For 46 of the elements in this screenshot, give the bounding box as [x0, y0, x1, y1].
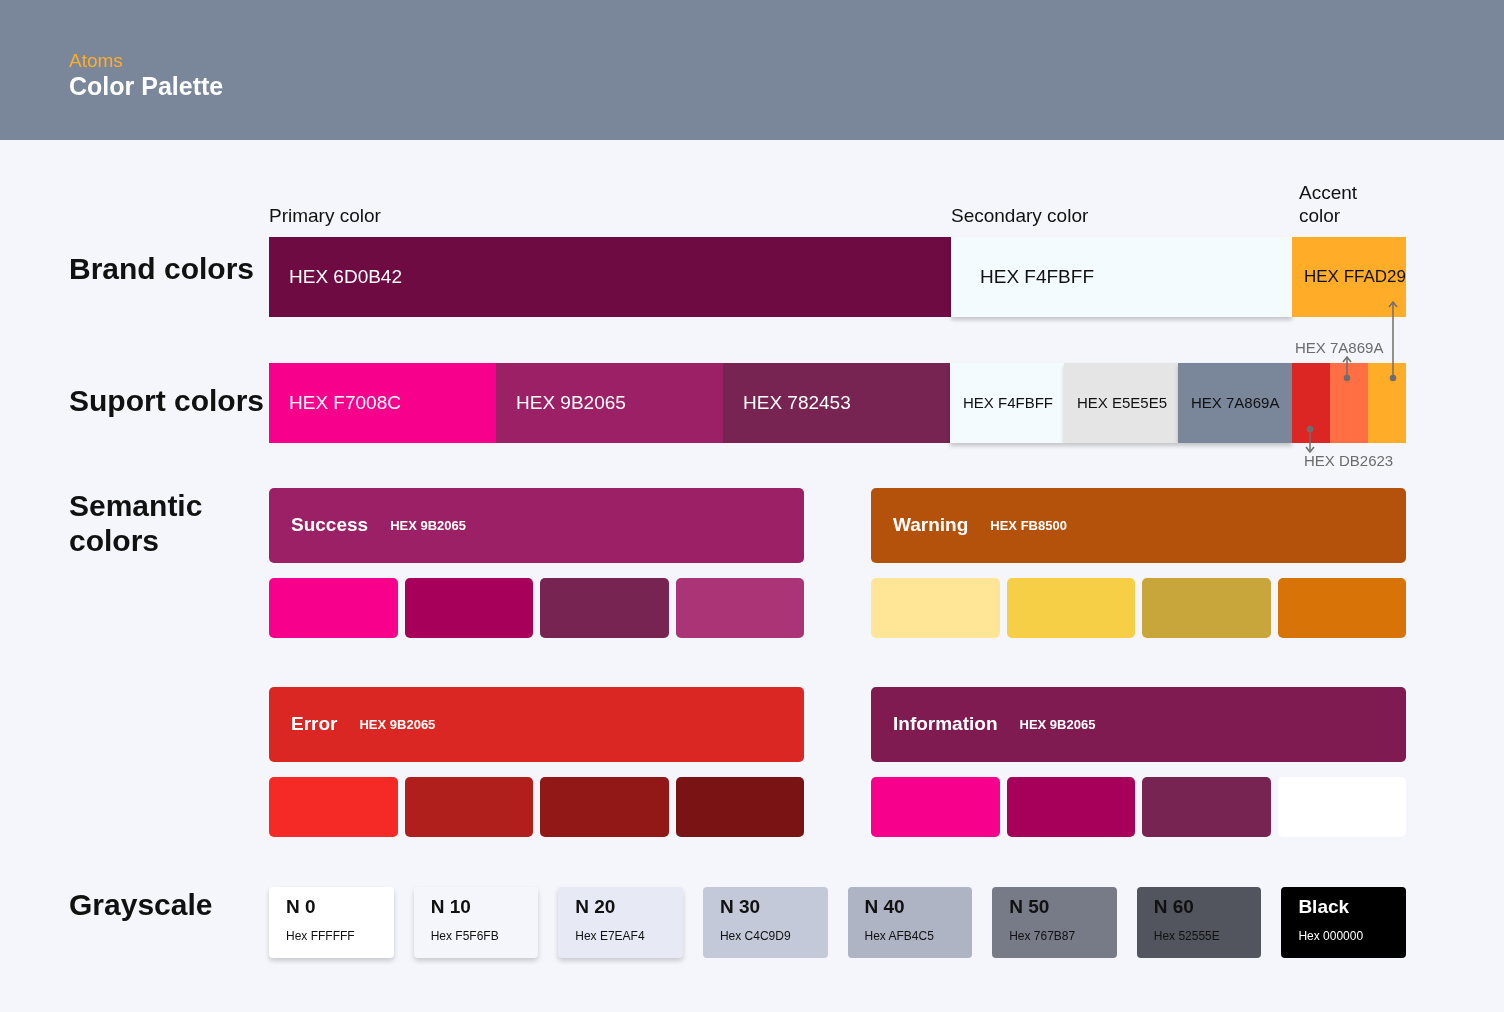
shade-name: N 20 [575, 895, 617, 919]
color-swatch: HEX 782453 [723, 363, 950, 443]
color-swatch: HEX F7008C [269, 363, 496, 443]
hex-code: Hex 52555E [1153, 928, 1221, 945]
color-swatch: HEX 9B2065 [496, 363, 723, 443]
pointer-arrow [1342, 355, 1352, 382]
section-heading: Semantic colors [69, 488, 204, 559]
color-group-label: Secondary color [951, 204, 1090, 227]
shade-name: N 40 [864, 895, 906, 919]
color-swatch: HEX 7A869A [1178, 363, 1292, 443]
hex-code: Hex C4C9D9 [719, 928, 792, 945]
hex-code: HEX 9B2065 [1019, 715, 1096, 734]
hex-code: Hex FFFFFF [286, 928, 356, 945]
section-heading: Grayscale [69, 887, 214, 923]
shade-name: Black [1298, 895, 1351, 919]
shade-name: N 10 [430, 895, 472, 919]
hex-code: Hex 000000 [1298, 928, 1365, 945]
section-heading: Brand colors [69, 251, 256, 287]
semantic-name: Success [291, 513, 369, 538]
color-swatch: HEX F4FBFF [951, 237, 1292, 317]
color-swatch: HEX F4FBFF [950, 363, 1064, 443]
color-swatch: HEX FFAD29 [1292, 237, 1406, 317]
hex-code: Hex E7EAF4 [575, 928, 646, 945]
hex-code: Hex 767B87 [1009, 928, 1077, 945]
hex-code: Hex F5F6FB [430, 928, 500, 945]
hex-code: Hex AFB4C5 [864, 928, 935, 945]
shade-name: N 50 [1009, 895, 1051, 919]
semantic-name: Warning [893, 513, 969, 538]
shade-name: N 0 [286, 895, 317, 919]
hex-code: HEX 9B2065 [390, 516, 466, 535]
semantic-name: Information [893, 712, 998, 737]
category-label: Atoms [69, 50, 124, 72]
color-swatch: HEX 6D0B42 [269, 237, 951, 317]
semantic-name: Error [291, 712, 338, 737]
section-heading: Suport colors [69, 383, 265, 419]
pointer-arrow [1305, 425, 1315, 454]
color-group-label: Accent color [1299, 181, 1359, 227]
shade-name: N 60 [1153, 895, 1195, 919]
color-swatch: HEX E5E5E5 [1064, 363, 1178, 443]
shade-name: N 30 [719, 895, 761, 919]
hex-code: HEX FB8500 [990, 516, 1067, 535]
page-title: Color Palette [69, 72, 225, 100]
hex-annotation: HEX DB2623 [1304, 452, 1394, 470]
color-group-label: Primary color [269, 204, 382, 227]
hex-code: HEX 9B2065 [359, 715, 436, 734]
hex-annotation: HEX 7A869A [1295, 339, 1384, 357]
